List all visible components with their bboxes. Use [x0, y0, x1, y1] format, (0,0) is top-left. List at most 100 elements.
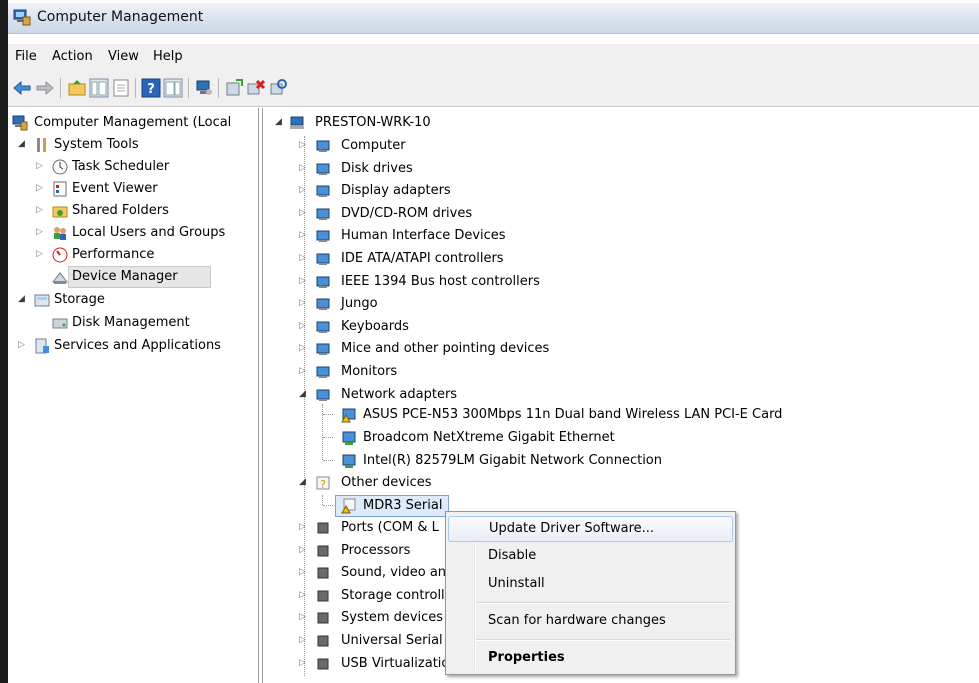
- collapsed-triangle-icon[interactable]: ▷: [299, 361, 309, 382]
- collapsed-triangle-icon[interactable]: ▷: [299, 180, 309, 201]
- collapsed-triangle-icon[interactable]: ▷: [36, 222, 46, 243]
- collapsed-triangle-icon[interactable]: ▷: [299, 225, 309, 246]
- collapsed-triangle-icon[interactable]: ▷: [299, 585, 309, 606]
- network-adapter-icon: [342, 431, 356, 445]
- device-label: Broadcom NetXtreme Gigabit Ethernet: [363, 430, 615, 445]
- scan-hardware-icon[interactable]: [268, 78, 288, 98]
- tree-item-computer-management[interactable]: Computer Management (Local: [10, 112, 258, 133]
- tree-item-device-category[interactable]: ▷ Human Interface Devices: [263, 225, 963, 246]
- tree-item-device-category[interactable]: ▷ Display adapters: [263, 180, 963, 201]
- tree-item-performance[interactable]: ▷ Performance: [10, 244, 258, 265]
- tree-item-device-category[interactable]: ▷ Computer: [263, 135, 963, 156]
- tree-item-storage[interactable]: ◢ Storage: [10, 289, 258, 310]
- keyboard-icon: [316, 321, 330, 333]
- ports-icon: [317, 522, 329, 534]
- menu-help[interactable]: Help: [153, 49, 183, 64]
- collapsed-triangle-icon[interactable]: ▷: [299, 158, 309, 179]
- menu-view[interactable]: View: [108, 49, 139, 64]
- show-hide-tree-icon[interactable]: [89, 78, 109, 98]
- show-action-pane-icon[interactable]: [163, 78, 183, 98]
- tree-item-device-manager[interactable]: Device Manager: [10, 266, 258, 287]
- display-adapter-icon: [316, 185, 330, 198]
- expanded-triangle-icon[interactable]: ◢: [18, 289, 28, 310]
- tree-item-task-scheduler[interactable]: ▷ Task Scheduler: [10, 156, 258, 177]
- expanded-triangle-icon[interactable]: ◢: [299, 384, 309, 405]
- collapsed-triangle-icon[interactable]: ▷: [18, 335, 28, 356]
- collapsed-triangle-icon[interactable]: ▷: [299, 203, 309, 224]
- computer-management-icon: [13, 9, 31, 26]
- tree-item-disk-management[interactable]: Disk Management: [10, 312, 258, 333]
- tree-item-label: Local Users and Groups: [72, 225, 226, 240]
- up-folder-icon[interactable]: [67, 78, 87, 98]
- computer-view-icon[interactable]: [194, 78, 214, 98]
- tree-item-device-category[interactable]: ▷ Disk drives: [263, 158, 963, 179]
- toolbar: ?: [8, 70, 979, 107]
- toolbar-separator: [60, 78, 61, 98]
- expanded-triangle-icon[interactable]: ◢: [275, 112, 285, 133]
- jungo-icon: [316, 298, 330, 311]
- device-item-broadcom[interactable]: Broadcom NetXtreme Gigabit Ethernet: [263, 427, 963, 448]
- tree-item-label: System Tools: [54, 137, 139, 152]
- menu-item-update-driver[interactable]: Update Driver Software...: [448, 516, 733, 542]
- help-icon[interactable]: ?: [141, 78, 161, 98]
- tree-item-device-category[interactable]: ▷ Jungo: [263, 293, 963, 314]
- tree-item-event-viewer[interactable]: ▷ Event Viewer: [10, 178, 258, 199]
- expanded-triangle-icon[interactable]: ◢: [299, 472, 309, 493]
- menu-item-properties[interactable]: Properties: [448, 646, 731, 670]
- collapsed-triangle-icon[interactable]: ▷: [36, 178, 46, 199]
- performance-gauge-icon: [52, 247, 68, 263]
- collapsed-triangle-icon[interactable]: ▷: [299, 248, 309, 269]
- computer-icon: [290, 116, 304, 129]
- tree-item-host[interactable]: ◢ PRESTON-WRK-10: [263, 112, 963, 133]
- collapsed-triangle-icon[interactable]: ▷: [299, 653, 309, 674]
- forward-arrow-icon[interactable]: [35, 78, 55, 98]
- expanded-triangle-icon[interactable]: ◢: [18, 134, 28, 155]
- collapsed-triangle-icon[interactable]: ▷: [36, 156, 46, 177]
- title-bar[interactable]: Computer Management: [8, 3, 979, 34]
- tree-item-device-category[interactable]: ◢ Network adapters: [263, 384, 963, 405]
- menu-file[interactable]: File: [15, 49, 37, 64]
- collapsed-triangle-icon[interactable]: ▷: [299, 135, 309, 156]
- menu-item-scan-hardware[interactable]: Scan for hardware changes: [448, 609, 731, 633]
- collapsed-triangle-icon[interactable]: ▷: [299, 517, 309, 538]
- collapsed-triangle-icon[interactable]: ▷: [299, 271, 309, 292]
- device-label: MDR3 Serial: [363, 498, 443, 513]
- export-list-icon[interactable]: [111, 78, 131, 98]
- computer-management-icon: [12, 115, 28, 131]
- storage-controller-icon: [317, 590, 329, 602]
- device-item-asus-wireless[interactable]: ASUS PCE-N53 300Mbps 11n Dual band Wirel…: [263, 404, 963, 425]
- collapsed-triangle-icon[interactable]: ▷: [299, 607, 309, 628]
- toolbar-separator: [135, 78, 136, 98]
- tree-item-device-category[interactable]: ▷ DVD/CD-ROM drives: [263, 203, 963, 224]
- disk-icon: [52, 318, 68, 329]
- window-left-border: [0, 0, 8, 683]
- toolbar-separator: [218, 78, 219, 98]
- tree-item-device-category[interactable]: ▷ Monitors: [263, 361, 963, 382]
- menu-action[interactable]: Action: [52, 49, 93, 64]
- collapsed-triangle-icon[interactable]: ▷: [299, 540, 309, 561]
- collapsed-triangle-icon[interactable]: ▷: [299, 338, 309, 359]
- menu-item-disable[interactable]: Disable: [448, 544, 731, 568]
- clock-icon: [52, 159, 68, 175]
- tree-item-local-users[interactable]: ▷ Local Users and Groups: [10, 222, 258, 243]
- collapsed-triangle-icon[interactable]: ▷: [299, 562, 309, 583]
- collapsed-triangle-icon[interactable]: ▷: [299, 316, 309, 337]
- tree-item-system-tools[interactable]: ◢ System Tools: [10, 134, 258, 155]
- collapsed-triangle-icon[interactable]: ▷: [299, 630, 309, 651]
- tree-item-device-category[interactable]: ▷ IDE ATA/ATAPI controllers: [263, 248, 963, 269]
- tree-item-device-category[interactable]: ▷ Keyboards: [263, 316, 963, 337]
- tree-item-device-category[interactable]: ▷ IEEE 1394 Bus host controllers: [263, 271, 963, 292]
- uninstall-device-icon[interactable]: [246, 78, 266, 98]
- device-item-intel[interactable]: Intel(R) 82579LM Gigabit Network Connect…: [263, 450, 963, 471]
- collapsed-triangle-icon[interactable]: ▷: [36, 200, 46, 221]
- tree-item-other-devices[interactable]: ◢ ? Other devices: [263, 472, 963, 493]
- device-category-label: Display adapters: [341, 183, 451, 199]
- back-arrow-icon[interactable]: [12, 78, 32, 98]
- tree-item-services-applications[interactable]: ▷ Services and Applications: [10, 335, 258, 356]
- collapsed-triangle-icon[interactable]: ▷: [299, 293, 309, 314]
- tree-item-device-category[interactable]: ▷ Mice and other pointing devices: [263, 338, 963, 359]
- collapsed-triangle-icon[interactable]: ▷: [36, 244, 46, 265]
- tree-item-shared-folders[interactable]: ▷ Shared Folders: [10, 200, 258, 221]
- menu-item-uninstall[interactable]: Uninstall: [448, 572, 731, 596]
- update-driver-icon[interactable]: [224, 78, 244, 98]
